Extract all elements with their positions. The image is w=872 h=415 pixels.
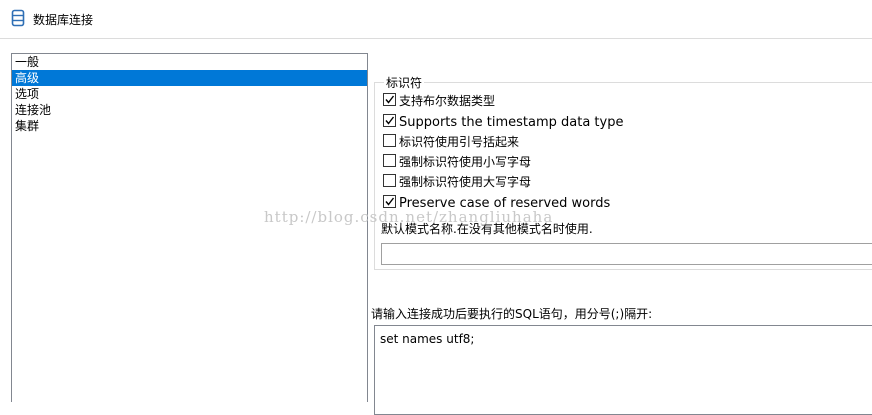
init-sql-label: 请输入连接成功后要执行的SQL语句，用分号(;)隔开: — [371, 307, 653, 321]
checkbox-checked-icon[interactable] — [383, 195, 396, 208]
checkbox-support-timestamp[interactable]: Supports the timestamp data type — [383, 113, 623, 131]
checkbox-checked-icon[interactable] — [383, 114, 396, 127]
nav-item-general[interactable]: 一般 — [12, 54, 367, 70]
init-sql-textarea[interactable]: set names utf8; — [374, 325, 872, 415]
settings-category-list[interactable]: 一般 高级 选项 连接池 集群 — [11, 53, 368, 402]
checkbox-checked-icon[interactable] — [383, 93, 396, 106]
checkbox-unchecked-icon[interactable] — [383, 174, 396, 187]
checkbox-unchecked-icon[interactable] — [383, 154, 396, 167]
nav-item-connection-pool[interactable]: 连接池 — [12, 102, 367, 118]
checkbox-force-lowercase[interactable]: 强制标识符使用小写字母 — [383, 153, 531, 171]
database-icon — [11, 9, 25, 27]
default-schema-label: 默认模式名称.在没有其他模式名时使用. — [381, 222, 593, 236]
nav-item-options[interactable]: 选项 — [12, 86, 367, 102]
nav-item-cluster[interactable]: 集群 — [12, 118, 367, 134]
default-schema-input[interactable] — [381, 243, 872, 265]
group-legend-identifiers: 标识符 — [384, 74, 425, 91]
identifiers-group: 支持布尔数据类型 Supports the timestamp data typ… — [374, 82, 872, 270]
advanced-settings-panel: 支持布尔数据类型 Supports the timestamp data typ… — [370, 53, 872, 415]
title-bar: 数据库连接 — [0, 0, 872, 39]
checkbox-support-boolean[interactable]: 支持布尔数据类型 — [383, 92, 495, 110]
checkbox-force-uppercase[interactable]: 强制标识符使用大写字母 — [383, 173, 531, 191]
window-title: 数据库连接 — [33, 13, 94, 27]
checkbox-preserve-reserved-case[interactable]: Preserve case of reserved words — [383, 194, 610, 212]
nav-item-advanced[interactable]: 高级 — [12, 70, 367, 86]
checkbox-quote-identifiers[interactable]: 标识符使用引号括起来 — [383, 133, 519, 151]
checkbox-unchecked-icon[interactable] — [383, 134, 396, 147]
